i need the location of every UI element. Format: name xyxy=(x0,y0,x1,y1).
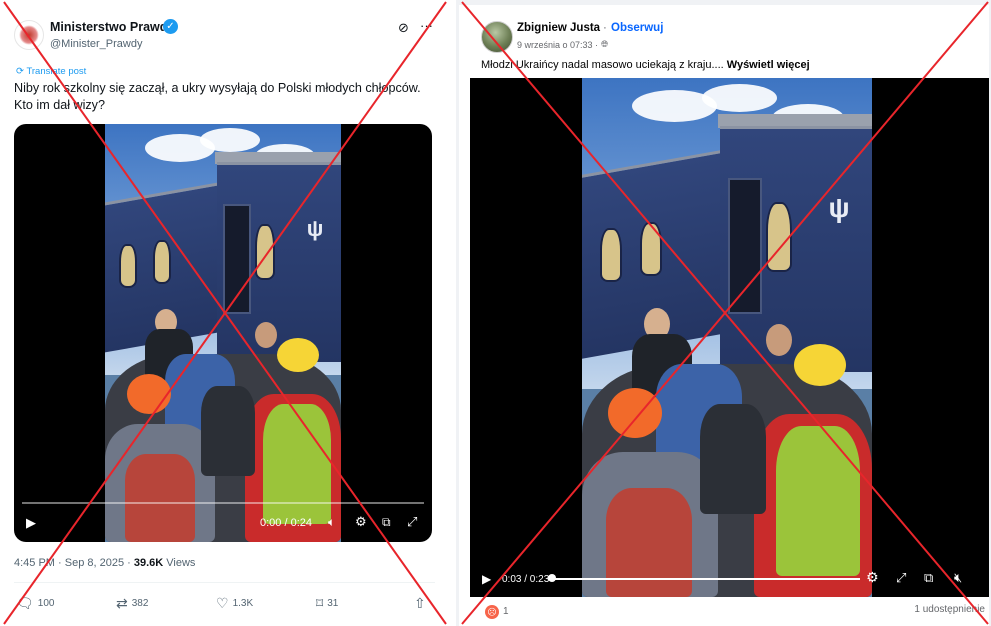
post-date[interactable]: 9 września o 07:33 · xyxy=(517,40,598,50)
tweet-text: Niby rok szkolny się zaczął, a ukry wysy… xyxy=(14,81,421,112)
video-time: 0:00 / 0:24 xyxy=(260,517,312,529)
separator-dot: · xyxy=(603,22,607,34)
angry-reaction-icon[interactable]: ☹ xyxy=(485,605,499,619)
video-progress-bar[interactable] xyxy=(22,502,424,504)
facebook-video-player[interactable]: ψ ▶ 0:03 / 0:23 ⚙ ⤢ ⧉ 🔇︎ xyxy=(470,78,989,597)
translate-post-link[interactable]: ⟳ Translate post xyxy=(16,66,86,77)
facebook-post-card: Zbigniew Justa · Obserwuj 9 września o 0… xyxy=(459,5,989,626)
share-button[interactable]: ⇧ xyxy=(414,595,426,612)
reply-icon: 🗨︎ xyxy=(16,595,34,611)
bookmark-icon: ⌑ xyxy=(316,595,324,611)
repost-button[interactable]: ⇄ 382 xyxy=(116,595,148,612)
see-more-link[interactable]: Wyświetl więcej xyxy=(727,59,810,71)
author-avatar[interactable] xyxy=(481,21,513,53)
video-frame: ψ xyxy=(582,78,872,597)
coat-of-arms-icon xyxy=(19,25,39,45)
public-audience-icon: 🌐︎ xyxy=(601,39,609,49)
follow-button[interactable]: Obserwuj xyxy=(611,22,663,34)
repost-icon: ⇄ xyxy=(116,595,128,611)
fullscreen-icon[interactable]: ⤢ xyxy=(407,514,417,530)
author-name[interactable]: Zbigniew Justa xyxy=(517,22,600,34)
play-icon[interactable]: ▶ xyxy=(26,515,36,531)
progress-handle[interactable] xyxy=(548,574,556,582)
author-avatar[interactable] xyxy=(14,20,44,50)
volume-icon[interactable]: 🔈︎ xyxy=(328,515,335,530)
like-button[interactable]: ♡ 1.3K xyxy=(216,595,253,612)
grok-icon[interactable]: ⊘ xyxy=(398,20,409,36)
translate-icon: ⟳ xyxy=(16,66,27,77)
reaction-count[interactable]: 1 xyxy=(503,606,509,617)
author-handle[interactable]: @Minister_Prawdy xyxy=(50,38,142,50)
heart-icon: ♡ xyxy=(216,595,229,611)
play-icon[interactable]: ▶ xyxy=(482,572,491,586)
share-icon: ⇧ xyxy=(414,595,426,611)
reply-button[interactable]: 🗨︎ 100 xyxy=(16,595,54,612)
settings-icon[interactable]: ⚙ xyxy=(866,569,879,586)
settings-icon[interactable]: ⚙ xyxy=(355,514,367,530)
facebook-post-panel: Zbigniew Justa · Obserwuj 9 września o 0… xyxy=(456,0,991,626)
shares-count[interactable]: 1 udostępnienie xyxy=(914,604,985,615)
bookmark-button[interactable]: ⌑ 31 xyxy=(316,595,338,612)
more-options-icon[interactable]: ··· xyxy=(420,18,433,33)
tweet-meta: 4:45 PM · Sep 8, 2025 · 39.6K Views xyxy=(14,557,196,569)
tweet-video-player[interactable]: ψ ▶ 0:00 / 0:24 🔈︎ ⚙ ⧉ ⤢ xyxy=(14,124,432,542)
video-progress-bar[interactable] xyxy=(550,578,860,580)
divider xyxy=(14,582,435,583)
verified-badge-icon: ✓ xyxy=(163,19,178,34)
picture-in-picture-icon[interactable]: ⧉ xyxy=(382,515,391,530)
post-text: Młodzi Ukraińcy nadal masowo uciekają z … xyxy=(481,59,810,71)
muted-volume-icon[interactable]: 🔇︎ xyxy=(954,570,962,586)
fullscreen-icon[interactable]: ⤢ xyxy=(896,570,906,586)
twitter-post-panel: Ministerstwo Prawdy ✓ @Minister_Prawdy ⊘… xyxy=(0,0,449,626)
author-name[interactable]: Ministerstwo Prawdy xyxy=(50,20,174,34)
video-time: 0:03 / 0:23 xyxy=(502,574,550,585)
video-frame: ψ xyxy=(105,124,341,542)
picture-in-picture-icon[interactable]: ⧉ xyxy=(924,570,933,586)
